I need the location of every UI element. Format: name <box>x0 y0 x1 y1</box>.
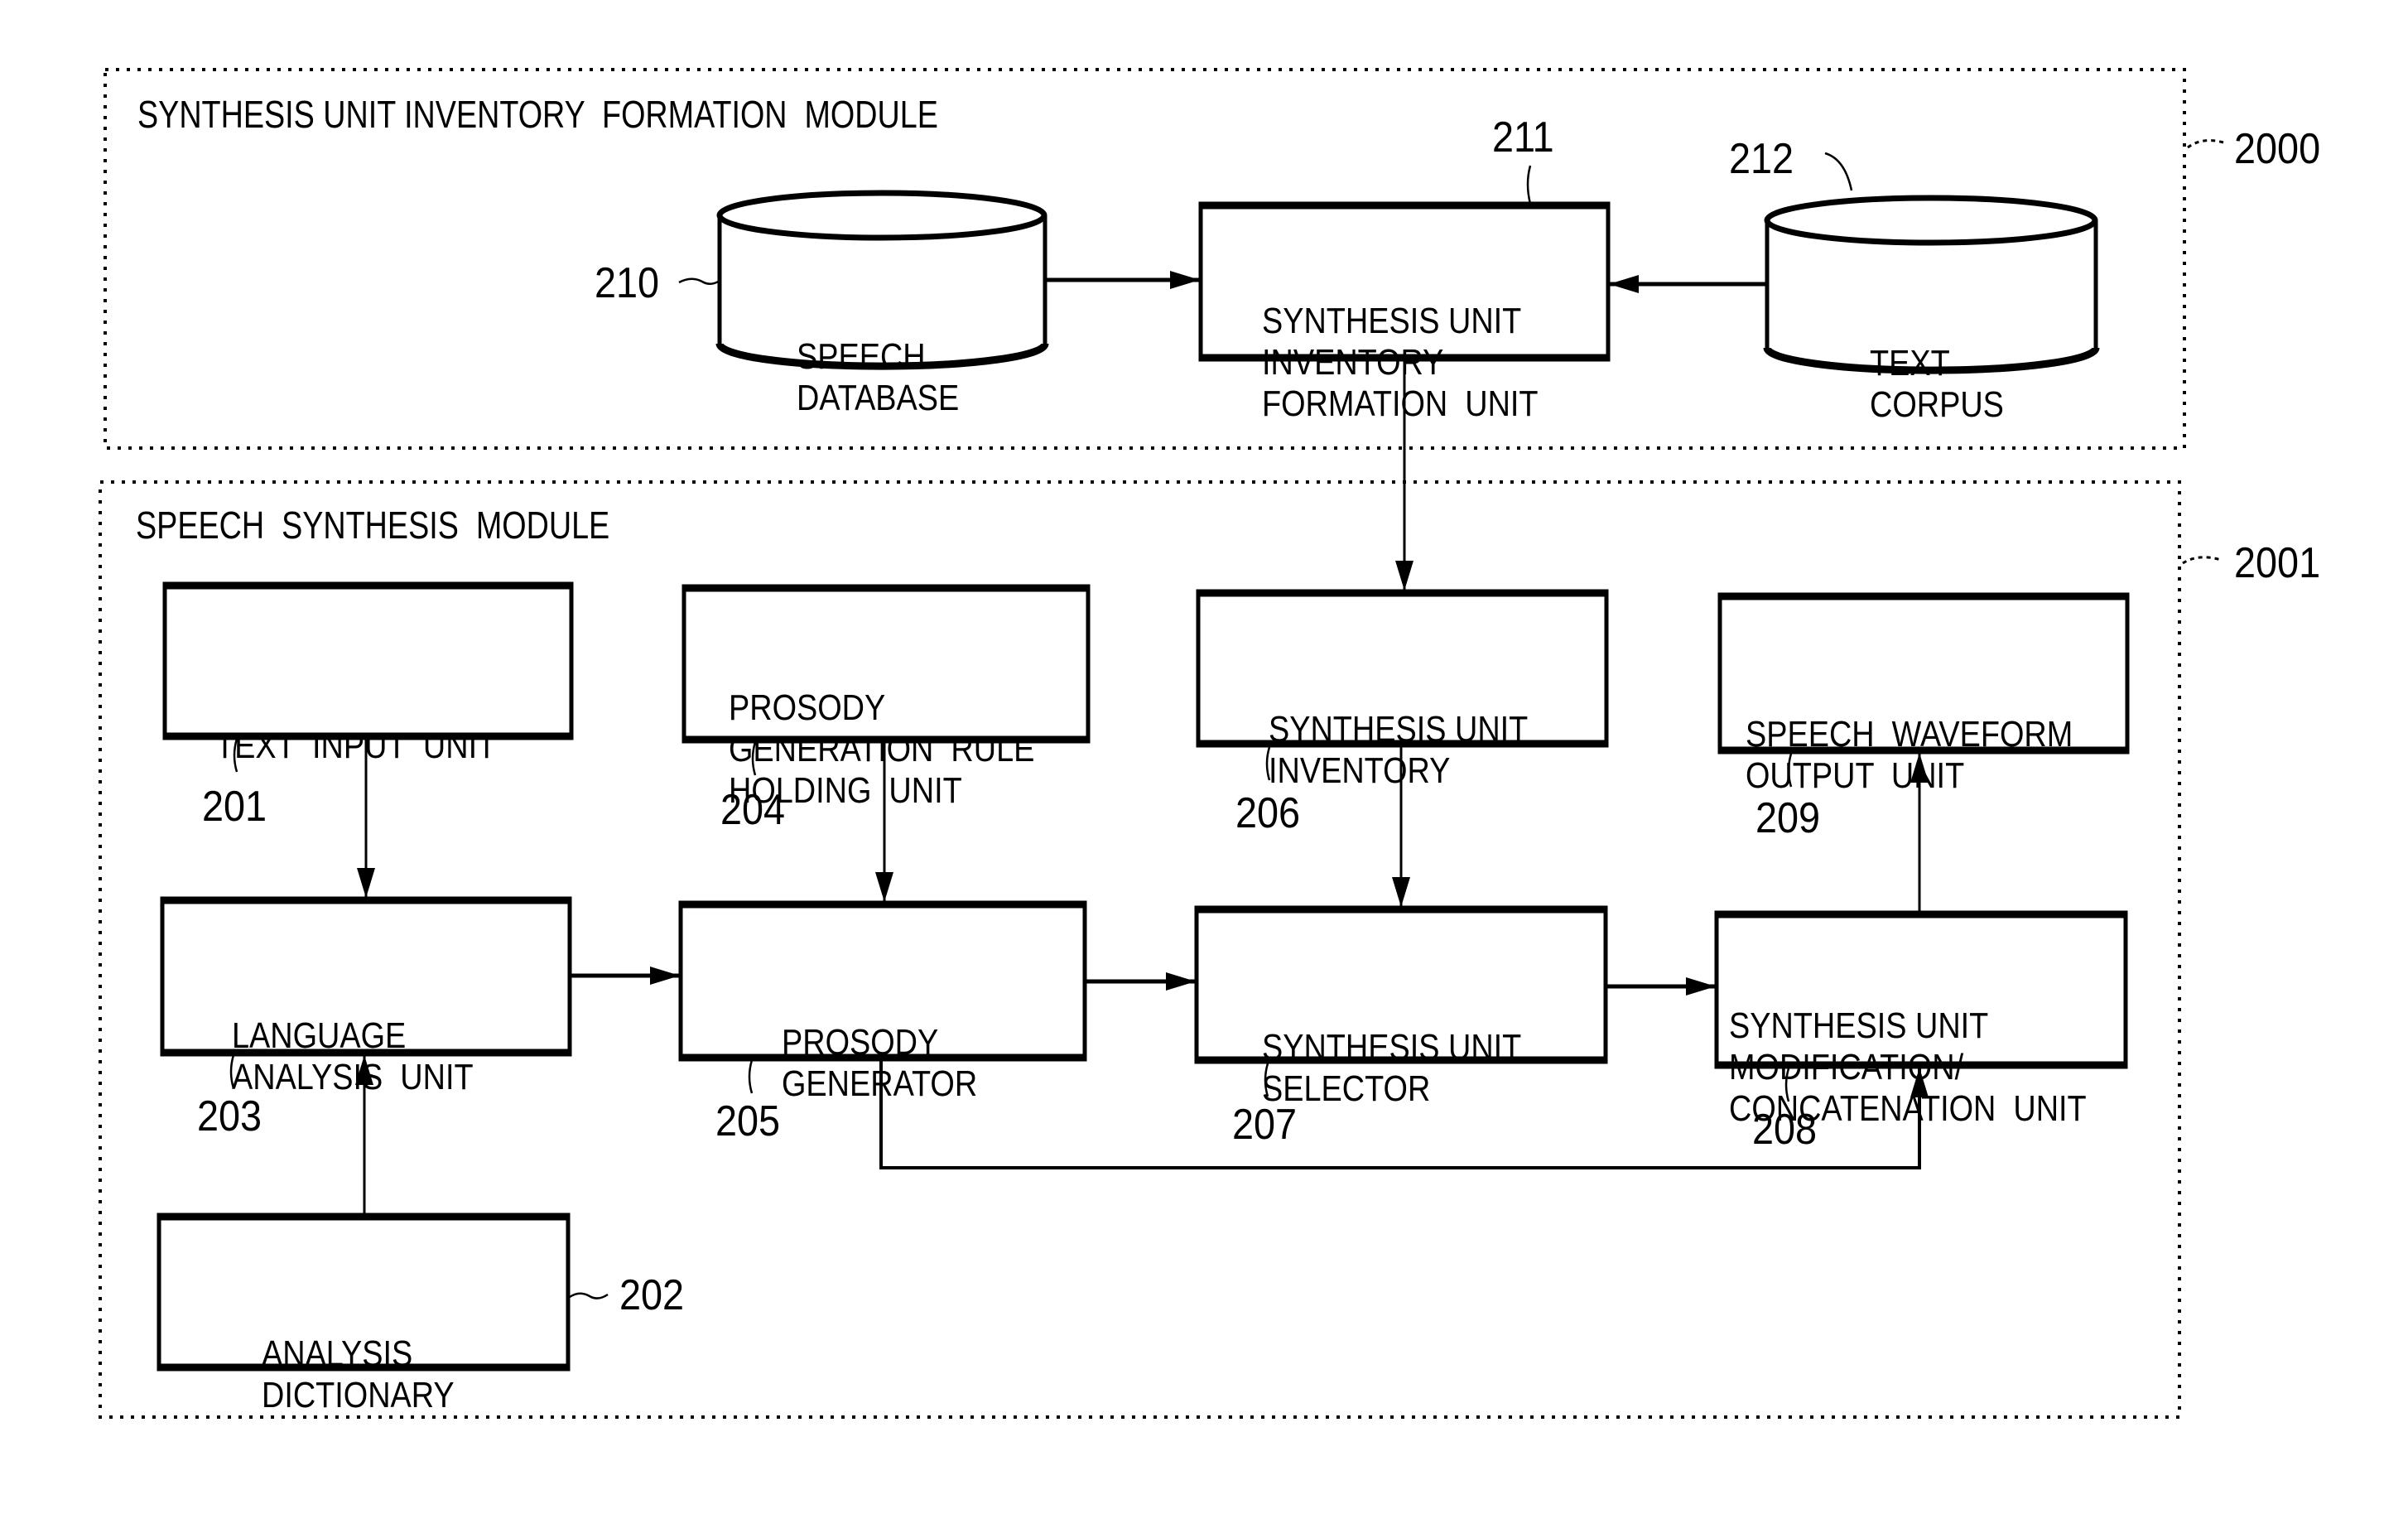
ref-210: 210 <box>595 259 660 307</box>
leader-205 <box>748 1059 754 1094</box>
module-title-inventory-formation: SYNTHESIS UNIT INVENTORY FORMATION MODUL… <box>137 93 938 136</box>
label-inventory-formation-unit: SYNTHESIS UNIT INVENTORY FORMATION UNIT <box>1262 301 1539 424</box>
ref-209: 209 <box>1755 794 1821 842</box>
leader-2001 <box>2182 556 2222 565</box>
ref-201: 201 <box>202 783 267 831</box>
label-text-corpus: TEXT CORPUS <box>1870 343 2004 425</box>
label-synthesis-unit-selector: SYNTHESIS UNIT SELECTOR <box>1262 1027 1522 1109</box>
ref-205: 205 <box>715 1097 781 1145</box>
label-synthesis-unit-inventory: SYNTHESIS UNIT INVENTORY <box>1269 709 1529 791</box>
leader-2000 <box>2187 139 2224 149</box>
leader-211 <box>1526 165 1532 205</box>
ref-211: 211 <box>1492 113 1554 162</box>
label-language-analysis-unit: LANGUAGE ANALYSIS UNIT <box>232 1015 474 1097</box>
ref-204: 204 <box>720 786 786 834</box>
ref-206: 206 <box>1235 789 1301 837</box>
ref-208: 208 <box>1752 1106 1818 1154</box>
module-ref-2000: 2000 <box>2234 125 2321 173</box>
module-title-speech-synthesis: SPEECH SYNTHESIS MODULE <box>136 504 610 547</box>
leader-202 <box>569 1292 609 1299</box>
label-analysis-dictionary: ANALYSIS DICTIONARY <box>262 1333 455 1415</box>
ref-202: 202 <box>619 1271 685 1319</box>
label-speech-database: SPEECH DATABASE <box>797 336 960 418</box>
ref-203: 203 <box>197 1092 262 1140</box>
ref-207: 207 <box>1232 1101 1298 1149</box>
ref-212: 212 <box>1729 135 1794 183</box>
label-prosody-generator: PROSODY GENERATOR <box>782 1022 978 1104</box>
module-ref-2001: 2001 <box>2234 539 2321 587</box>
leader-212 <box>1824 152 1853 191</box>
leader-210 <box>678 277 720 285</box>
